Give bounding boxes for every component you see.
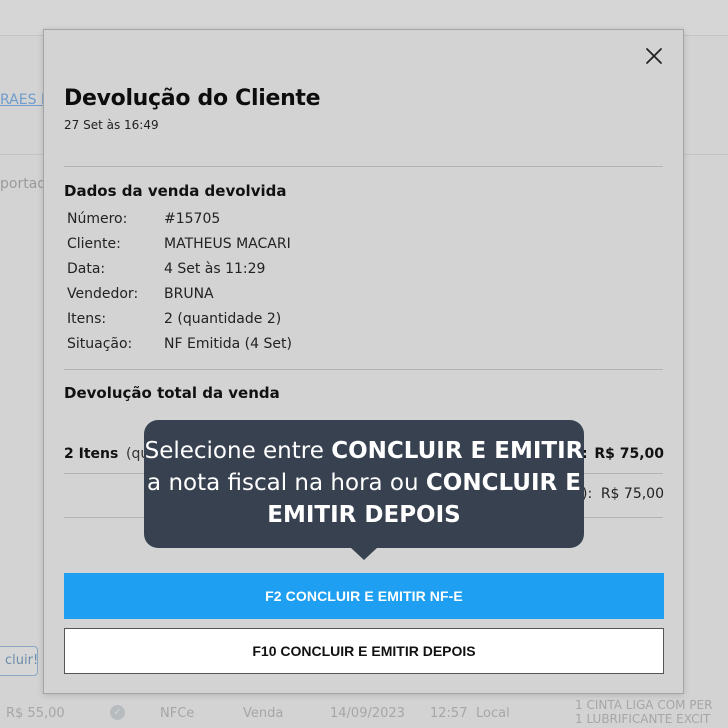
detail-value: #15705 bbox=[164, 211, 221, 227]
close-icon bbox=[646, 48, 662, 64]
row-doc-type: NFCe bbox=[160, 706, 195, 721]
row-item: 1 CINTA LIGA COM PER bbox=[575, 698, 713, 712]
sale-section-title: Dados da venda devolvida bbox=[64, 182, 287, 200]
divider bbox=[64, 166, 663, 167]
return-section-title: Devolução total da venda bbox=[64, 384, 280, 402]
detail-label: Situação: bbox=[67, 336, 133, 352]
row-type: Venda bbox=[243, 706, 284, 721]
modal-title: Devolução do Cliente bbox=[64, 86, 321, 111]
detail-value: 4 Set às 11:29 bbox=[164, 261, 266, 277]
return-modal: Devolução do Cliente 27 Set às 16:49 Dad… bbox=[43, 29, 684, 694]
detail-label: Número: bbox=[67, 211, 128, 227]
tooltip-text: Selecione entre bbox=[144, 438, 332, 464]
detail-value: 2 (quantidade 2) bbox=[164, 311, 282, 327]
total-value: R$ 75,00 bbox=[594, 446, 664, 462]
help-tooltip: Selecione entre CONCLUIR E EMITIR a nota… bbox=[144, 420, 584, 548]
row-place: Local bbox=[476, 706, 510, 721]
row-items: 1 CINTA LIGA COM PER 1 LUBRIFICANTE EXCI… bbox=[575, 698, 712, 726]
detail-value: NF Emitida (4 Set) bbox=[164, 336, 292, 352]
background-button[interactable]: cluir! bbox=[0, 646, 38, 676]
detail-label: Cliente: bbox=[67, 236, 121, 252]
background-link[interactable]: RAES L bbox=[0, 92, 49, 108]
conclude-emit-later-button[interactable]: F10 CONCLUIR E EMITIR DEPOIS bbox=[64, 628, 664, 674]
detail-value: MATHEUS MACARI bbox=[164, 236, 291, 252]
tooltip-bold-text: CONCLUIR E EMITIR bbox=[331, 438, 584, 464]
row-date: 14/09/2023 bbox=[330, 706, 405, 721]
close-button[interactable] bbox=[642, 44, 666, 68]
background-table-row[interactable]: R$ 55,00 ✓ NFCe Venda 14/09/2023 12:57 L… bbox=[0, 698, 728, 728]
detail-label: Data: bbox=[67, 261, 106, 277]
detail-label: Itens: bbox=[67, 311, 107, 327]
detail-label: Vendedor: bbox=[67, 286, 139, 302]
modal-subtitle: 27 Set às 16:49 bbox=[64, 118, 159, 132]
tooltip-text: a nota fiscal na hora ou bbox=[147, 470, 426, 496]
detail-value: BRUNA bbox=[164, 286, 214, 302]
tooltip-arrow bbox=[350, 547, 378, 560]
row-item: 1 LUBRIFICANTE EXCIT bbox=[575, 712, 711, 726]
divider bbox=[64, 369, 663, 370]
background-text: portad bbox=[0, 176, 47, 192]
subtotal-value: R$ 75,00 bbox=[600, 486, 664, 502]
items-count: 2 Itens bbox=[64, 446, 119, 462]
row-value: R$ 55,00 bbox=[6, 706, 65, 721]
row-time: 12:57 bbox=[430, 706, 468, 721]
check-circle-icon: ✓ bbox=[110, 705, 125, 720]
conclude-emit-nfe-button[interactable]: F2 CONCLUIR E EMITIR NF-E bbox=[64, 573, 664, 619]
